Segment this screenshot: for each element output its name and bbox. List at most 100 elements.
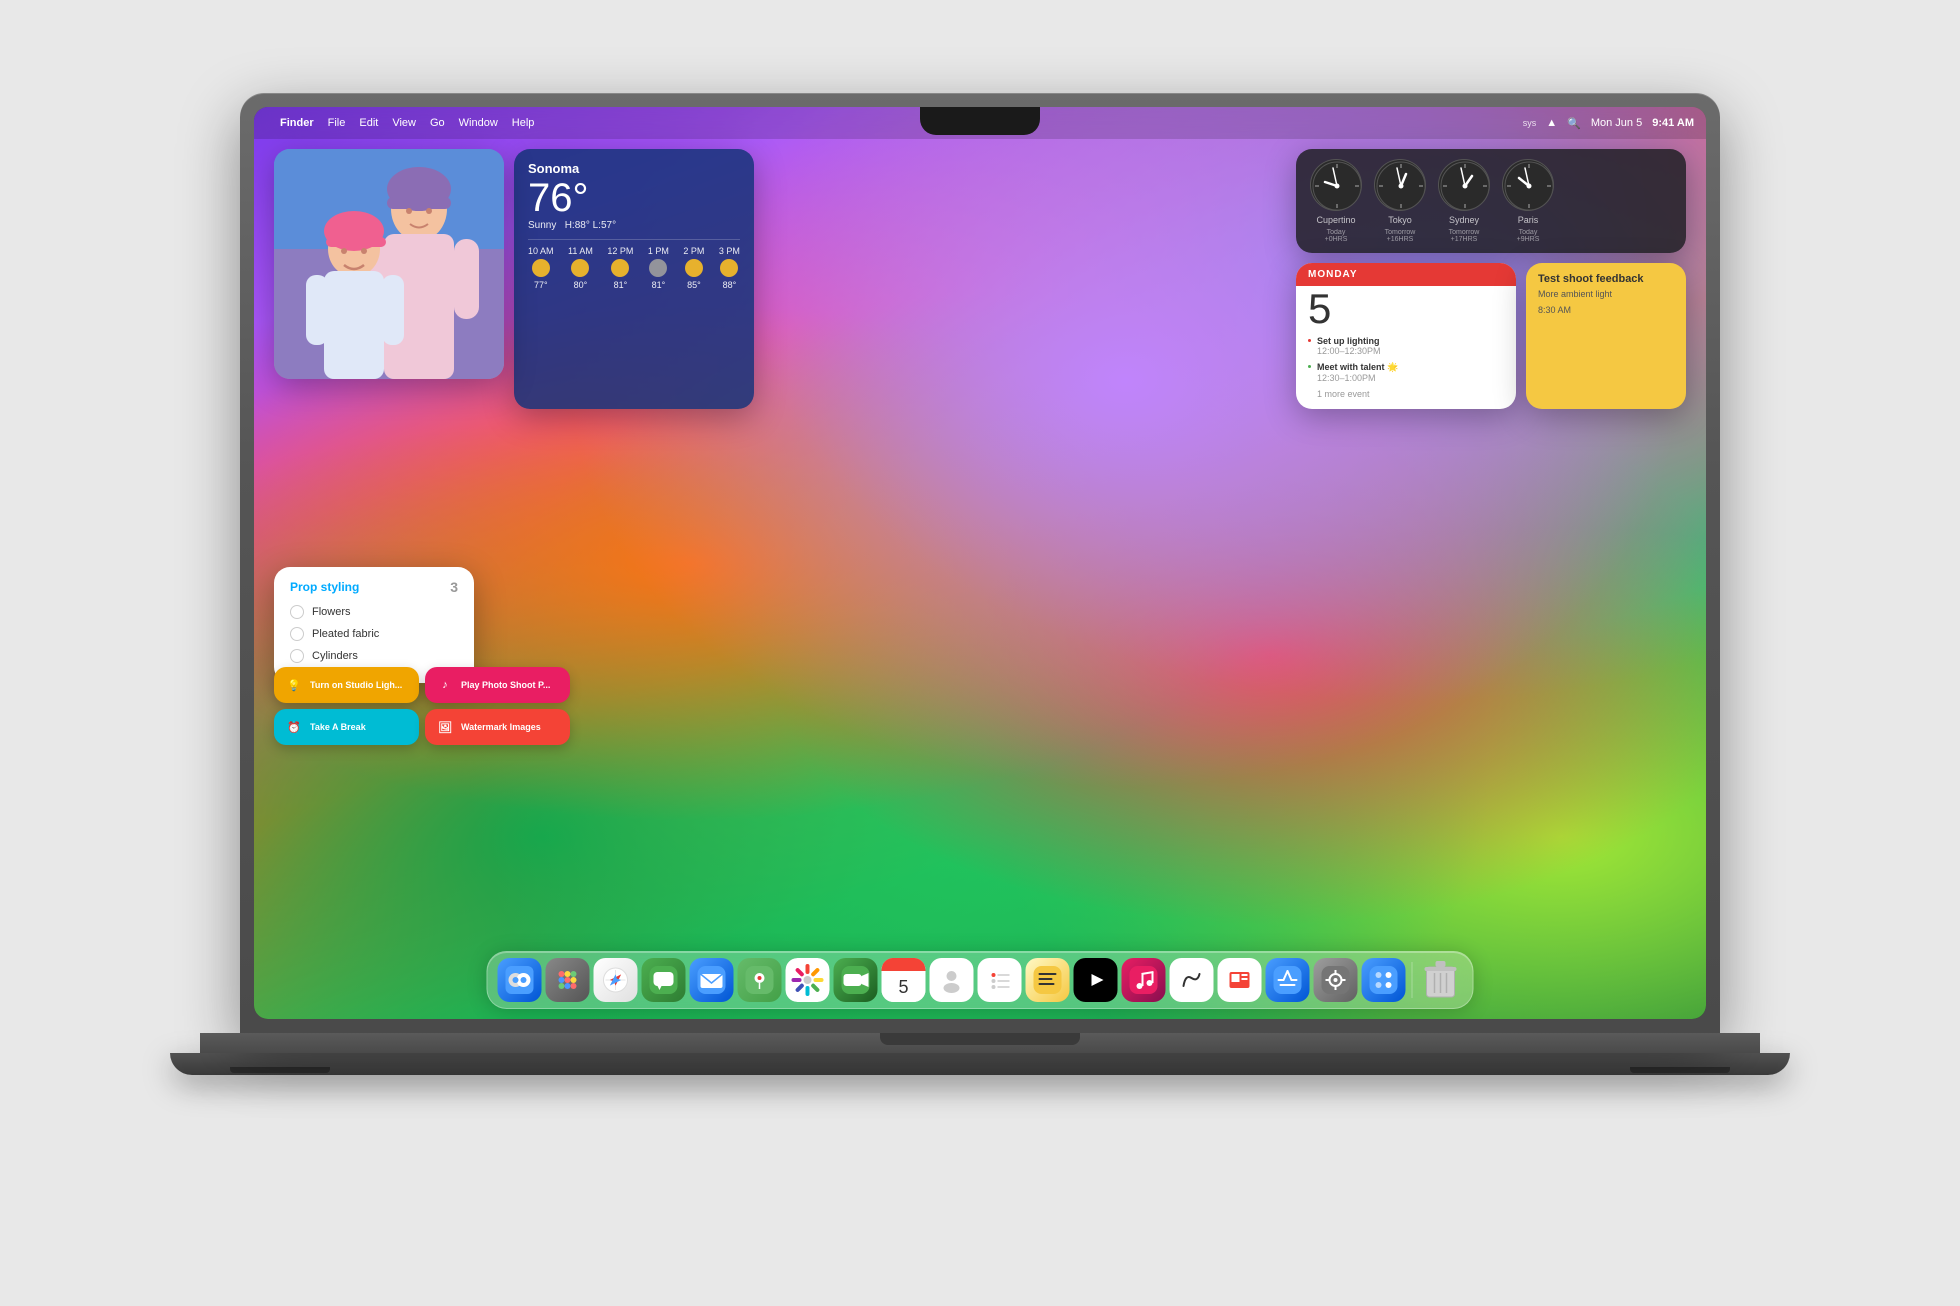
dock-finder[interactable]	[498, 958, 542, 1002]
sun-icon	[571, 259, 589, 277]
view-menu[interactable]: View	[392, 117, 416, 129]
cal-note-row: MONDAY 5 Set up lighting 12:00–12:30PM	[1296, 263, 1686, 409]
dock-divider	[1412, 962, 1413, 998]
dock-messages[interactable]	[642, 958, 686, 1002]
reminder-circle-2	[290, 649, 304, 663]
photo-widget	[274, 149, 504, 379]
event-2-title: Meet with talent 🌟	[1317, 362, 1398, 373]
reminder-item-2: Cylinders	[290, 649, 458, 663]
dock-reminders[interactable]	[978, 958, 1022, 1002]
menubar-battery: sys	[1523, 118, 1537, 128]
clock-widget: Cupertino Today+0HRS	[1296, 149, 1686, 253]
menubar-wifi-icon: ▲	[1546, 117, 1557, 129]
dock-maps[interactable]	[738, 958, 782, 1002]
clock-tokyo: Tokyo Tomorrow+16HRS	[1374, 159, 1426, 243]
analog-clock-cupertino	[1310, 159, 1362, 211]
clock-city-sydney: Sydney	[1449, 215, 1479, 225]
dock-control-center[interactable]	[1362, 958, 1406, 1002]
finder-menu[interactable]: Finder	[280, 117, 314, 129]
shortcut-icon-2: ⏰	[284, 717, 304, 737]
macbook-feet	[170, 1053, 1790, 1073]
dock-news[interactable]	[1218, 958, 1262, 1002]
event-more: 1 more event	[1317, 389, 1504, 399]
dock-calendar[interactable]: 5	[882, 958, 926, 1002]
dock-safari[interactable]	[594, 958, 638, 1002]
clock-sydney: Sydney Tomorrow+17HRS	[1438, 159, 1490, 243]
notch	[920, 107, 1040, 135]
calendar-events: Set up lighting 12:00–12:30PM Meet with …	[1296, 330, 1516, 409]
shortcut-icon-3: 🖼	[435, 717, 455, 737]
foot-left	[230, 1067, 330, 1073]
forecast-12pm: 12 PM 81°	[607, 246, 633, 290]
reminders-count: 3	[450, 579, 458, 595]
weather-location: Sonoma	[528, 161, 740, 176]
dock-systemprefs[interactable]	[1314, 958, 1358, 1002]
forecast-3pm: 3 PM 88°	[719, 246, 740, 290]
help-menu[interactable]: Help	[512, 117, 535, 129]
dock-launchpad[interactable]	[546, 958, 590, 1002]
clock-info-tokyo: Tomorrow+16HRS	[1385, 229, 1416, 243]
note-subtitle: More ambient light	[1538, 289, 1674, 299]
dock: 5	[487, 951, 1474, 1009]
dock-facetime[interactable]	[834, 958, 878, 1002]
dock-contacts[interactable]	[930, 958, 974, 1002]
widgets-row: Sonoma 76° Sunny H:88° L:57° 10 AM 77°	[274, 149, 1686, 409]
analog-clock-paris	[1502, 159, 1554, 211]
dock-freeform[interactable]	[1170, 958, 1214, 1002]
reminders-header: Prop styling 3	[290, 579, 458, 595]
note-title: Test shoot feedback	[1538, 273, 1674, 285]
analog-clock-tokyo	[1374, 159, 1426, 211]
shortcut-btn-1[interactable]: ♪ Play Photo Shoot P...	[425, 667, 570, 703]
event-1-time: 12:00–12:30PM	[1317, 346, 1381, 356]
shortcut-icon-1: ♪	[435, 675, 455, 695]
clock-city-paris: Paris	[1518, 215, 1539, 225]
reminder-label-1: Pleated fabric	[312, 628, 379, 640]
event-1-details: Set up lighting 12:00–12:30PM	[1317, 336, 1381, 356]
clock-info-cupertino: Today+0HRS	[1325, 229, 1348, 243]
sun-icon	[532, 259, 550, 277]
forecast-11am: 11 AM 80°	[568, 246, 593, 290]
svg-text:5: 5	[898, 977, 908, 997]
calendar-header: MONDAY	[1296, 263, 1516, 286]
photo-people-svg	[274, 149, 504, 379]
macbook-lid: Finder File Edit View Go Window Help sys…	[240, 93, 1720, 1033]
shortcut-btn-2[interactable]: ⏰ Take A Break	[274, 709, 419, 745]
menubar-date: Mon Jun 5	[1591, 117, 1642, 129]
shortcut-label-1: Play Photo Shoot P...	[461, 680, 550, 690]
dock-notes[interactable]	[1026, 958, 1070, 1002]
clock-city-tokyo: Tokyo	[1388, 215, 1412, 225]
edit-menu[interactable]: Edit	[359, 117, 378, 129]
calendar-event-2: Meet with talent 🌟 12:30–1:00PM	[1308, 362, 1504, 383]
clock-paris: Paris Today+9HRS	[1502, 159, 1554, 243]
shortcut-label-2: Take A Break	[310, 722, 366, 732]
dock-mail[interactable]	[690, 958, 734, 1002]
dock-photos[interactable]	[786, 958, 830, 1002]
reminder-item-0: Flowers	[290, 605, 458, 619]
foot-right	[1630, 1067, 1730, 1073]
forecast-2pm: 2 PM 85°	[683, 246, 704, 290]
forecast-1pm: 1 PM 81°	[648, 246, 669, 290]
dock-appstore[interactable]	[1266, 958, 1310, 1002]
dock-tv[interactable]	[1074, 958, 1118, 1002]
clock-cupertino: Cupertino Today+0HRS	[1310, 159, 1362, 243]
shortcut-btn-0[interactable]: 💡 Turn on Studio Ligh...	[274, 667, 419, 703]
menubar-search-icon[interactable]: 🔍	[1567, 117, 1581, 130]
event-dot-2	[1308, 365, 1311, 368]
window-menu[interactable]: Window	[459, 117, 498, 129]
shortcut-label-3: Watermark Images	[461, 722, 541, 732]
weather-desc: Sunny H:88° L:57°	[528, 220, 740, 231]
shortcut-btn-3[interactable]: 🖼 Watermark Images	[425, 709, 570, 745]
dock-music[interactable]	[1122, 958, 1166, 1002]
reminder-circle-0	[290, 605, 304, 619]
clock-city-cupertino: Cupertino	[1316, 215, 1355, 225]
file-menu[interactable]: File	[328, 117, 346, 129]
macbook-hinge	[880, 1033, 1080, 1045]
dock-trash[interactable]	[1419, 958, 1463, 1002]
macbook-outer: Finder File Edit View Go Window Help sys…	[200, 93, 1760, 1213]
event-2-time: 12:30–1:00PM	[1317, 373, 1398, 383]
note-widget: Test shoot feedback More ambient light 8…	[1526, 263, 1686, 409]
reminder-item-1: Pleated fabric	[290, 627, 458, 641]
shortcuts-widget: 💡 Turn on Studio Ligh... ♪ Play Photo Sh…	[274, 667, 570, 745]
analog-clock-sydney	[1438, 159, 1490, 211]
go-menu[interactable]: Go	[430, 117, 445, 129]
